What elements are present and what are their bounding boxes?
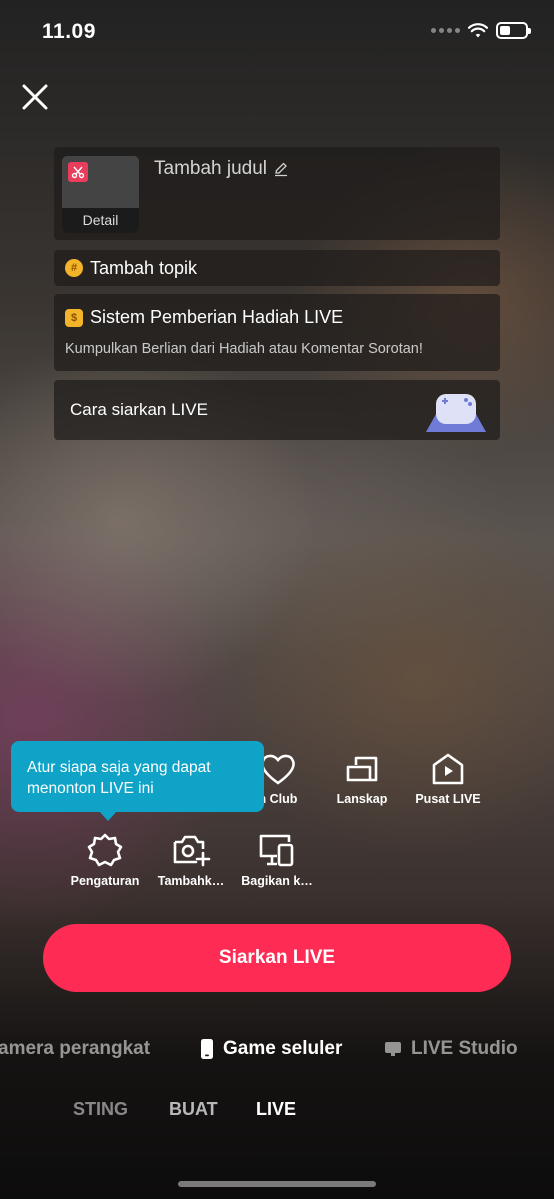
add-button[interactable]: Tambahk… [145,832,237,888]
bottom-camera-tabs: STING BUAT LIVE [0,1099,554,1123]
monitor-icon [385,1042,401,1056]
how-to-live-label: Cara siarkan LIVE [70,400,208,419]
title-placeholder: Tambah judul [154,158,268,179]
phone-icon [201,1039,213,1059]
landscape-icon [346,756,378,782]
home-indicator [178,1181,376,1187]
go-live-button[interactable]: Siarkan LIVE [43,924,511,992]
add-label: Tambahk… [157,874,225,888]
mode-live-studio[interactable]: LIVE Studio [384,1038,518,1060]
viewer-settings-tooltip: Atur siapa saja yang dapat menonton LIVE… [11,741,264,821]
broadcast-source-selector: amera perangkat Game seluler LIVE Studio [0,1038,554,1062]
status-time: 11.09 [42,20,96,43]
title-input[interactable]: Tambah judul [154,158,289,180]
mode-mobile-game-label: Game seluler [223,1038,343,1059]
landscape-label: Lanskap [336,792,388,806]
mode-device-camera-label: amera perangkat [0,1038,151,1059]
gift-system-subtitle: Kumpulkan Berlian dari Hadiah atau Komen… [65,341,423,357]
game-controller-illustration-icon [426,394,486,432]
money-bag-icon: $ [65,308,83,327]
gift-system-card[interactable]: $ Sistem Pemberian Hadiah LIVE Kumpulkan… [54,294,500,371]
mode-live-studio-label: LIVE Studio [411,1038,518,1059]
scissors-icon [68,162,88,182]
gift-system-title: Sistem Pemberian Hadiah LIVE [90,307,344,327]
mode-mobile-game[interactable]: Game seluler [200,1038,342,1060]
live-title-card: Detail Tambah judul [54,147,500,240]
settings-label: Pengaturan [70,874,140,888]
pencil-icon [275,162,288,177]
landscape-button[interactable]: Lanskap [316,752,408,806]
devices-icon [259,834,294,867]
tab-create[interactable]: BUAT [169,1099,218,1120]
share-label: Bagikan k… [241,874,313,888]
cellular-signal-icon [431,28,460,33]
camera-plus-icon [173,835,211,867]
settings-button[interactable]: Pengaturan [59,832,151,888]
heart-icon [261,754,295,785]
battery-icon [496,22,531,39]
mode-device-camera[interactable]: amera perangkat [0,1038,150,1060]
add-topic-row[interactable]: # Tambah topik [54,250,500,286]
wifi-icon [468,22,488,37]
how-to-live-card[interactable]: Cara siarkan LIVE [54,380,500,440]
fan-club-label: n Club [258,792,298,806]
live-center-label: Pusat LIVE [415,792,481,806]
cover-thumbnail[interactable]: Detail [62,156,139,233]
tab-posting[interactable]: STING [73,1099,128,1120]
share-screen-button[interactable]: Bagikan k… [231,832,323,888]
live-center-icon [432,753,464,785]
hashtag-icon: # [65,259,83,277]
tab-live[interactable]: LIVE [256,1099,296,1120]
status-icons [431,22,531,39]
add-topic-label: Tambah topik [90,257,198,278]
thumbnail-detail-label[interactable]: Detail [62,208,139,233]
close-icon[interactable] [20,82,50,112]
live-center-button[interactable]: Pusat LIVE [402,752,494,806]
gear-icon [87,833,123,867]
